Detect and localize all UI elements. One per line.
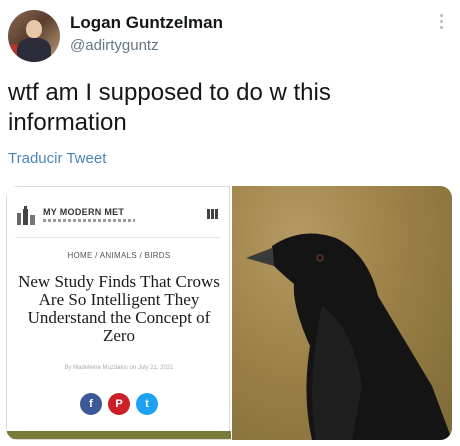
site-tagline [43,219,135,222]
tweet-media[interactable]: MY MODERN MET HOME / ANIMALS / BIRDS New… [6,186,452,440]
tweet-text: wtf am I supposed to do w this informati… [8,79,331,136]
crow-photo[interactable] [232,186,452,440]
article-headline: New Study Finds That Crows Are So Intell… [18,272,220,345]
page-edge [7,431,231,439]
breadcrumb[interactable]: HOME / ANIMALS / BIRDS [7,251,231,260]
article-screenshot[interactable]: MY MODERN MET HOME / ANIMALS / BIRDS New… [6,186,231,440]
twitter-icon[interactable]: t [136,393,158,415]
divider [15,237,221,238]
more-options-icon[interactable] [440,14,444,29]
site-name: MY MODERN MET [43,207,125,217]
crow-image [246,233,452,440]
user-name[interactable]: Logan Guntzelman [70,13,223,33]
avatar[interactable] [8,10,60,62]
avatar-detail [26,20,42,38]
site-logo-icon [17,206,35,225]
translate-link[interactable]: Traducir Tweet [8,150,106,167]
menu-icon[interactable] [207,209,218,219]
share-buttons: f P t [69,393,169,415]
pinterest-icon[interactable]: P [108,393,130,415]
facebook-icon[interactable]: f [80,393,102,415]
avatar-detail [17,38,51,62]
article-byline: By Madeleine Muzdakis on July 21, 2021 [64,365,174,371]
user-handle[interactable]: @adirtyguntz [70,37,159,54]
